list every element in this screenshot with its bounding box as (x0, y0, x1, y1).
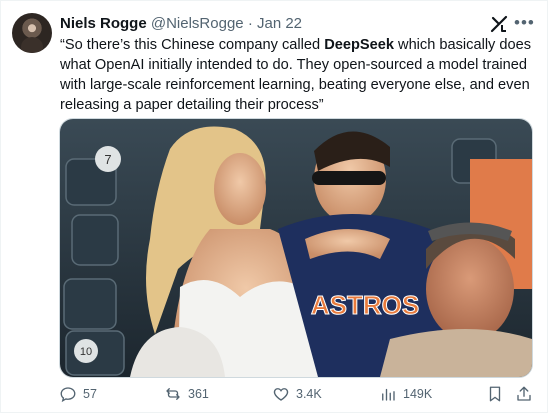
views-count: 149K (403, 387, 433, 401)
share-icon (517, 386, 531, 401)
repost-button[interactable]: 361 (164, 385, 209, 403)
like-count: 3.4K (296, 387, 322, 401)
stadium-photo: 7 10 ASTROS (60, 119, 532, 377)
like-icon (273, 388, 289, 401)
tweet-text-part-1: “So there’s this Chinese company called (60, 37, 325, 53)
reply-count: 57 (83, 387, 97, 401)
action-bar: 57 361 3.4K 149K (0, 381, 550, 411)
avatar[interactable] (12, 13, 52, 53)
views-button[interactable]: 149K (379, 385, 432, 403)
bookmark-icon (489, 386, 501, 402)
author-handle[interactable]: @NielsRogge (151, 15, 244, 32)
seat-number-2: 10 (80, 346, 92, 358)
like-button[interactable]: 3.4K (272, 385, 322, 403)
more-icon[interactable]: ••• (514, 14, 535, 32)
shirt-logo-text: ASTROS (311, 290, 419, 320)
reply-button[interactable]: 57 (59, 385, 97, 403)
reply-icon (60, 387, 76, 403)
tweet-text-bold: DeepSeek (324, 37, 394, 53)
views-icon (382, 388, 395, 401)
bookmark-button[interactable] (486, 385, 504, 408)
author-name[interactable]: Niels Rogge (60, 15, 147, 32)
tweet-header: Niels Rogge @NielsRogge · Jan 22 (60, 14, 302, 34)
grok-icon[interactable] (490, 15, 508, 33)
tweet-text: “So there’s this Chinese company called … (60, 35, 535, 115)
repost-count: 361 (188, 387, 209, 401)
repost-icon (166, 388, 180, 400)
seat-number-1: 7 (104, 152, 111, 167)
separator-dot: · (247, 15, 253, 32)
share-button[interactable] (515, 385, 533, 408)
tweet-image[interactable]: 7 10 ASTROS (59, 118, 533, 378)
tweet-date[interactable]: Jan 22 (257, 15, 302, 32)
